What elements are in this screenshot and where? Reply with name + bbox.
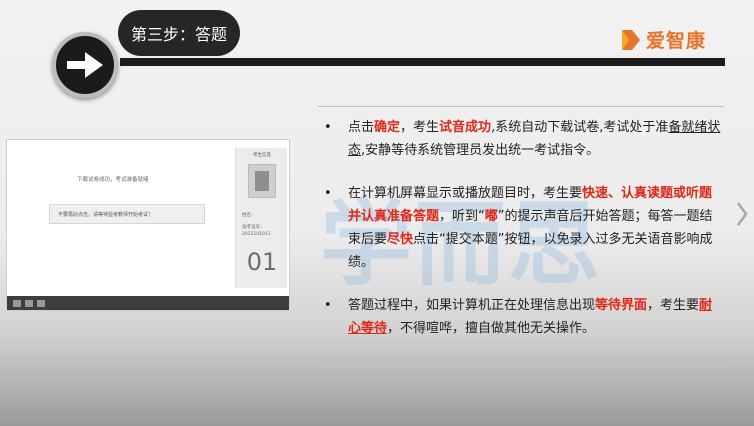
panel-top-rule xyxy=(318,106,724,107)
arrow-badge xyxy=(52,32,118,98)
candidate-panel-title: 考生信息 xyxy=(253,153,271,158)
logo-icon xyxy=(622,29,640,50)
highlighted-text: 确定 xyxy=(374,120,401,135)
highlighted-text: 嘟 xyxy=(484,209,498,224)
panel-bottom-rule xyxy=(318,367,724,368)
bullet-dot: • xyxy=(324,120,332,135)
brand-name: 爱智康 xyxy=(646,30,707,52)
instruction-text: ，考生 xyxy=(400,120,440,135)
instruction-item: • 在计算机屏幕显示或播放题目时，考生要快速、认真读题或听题并认真准备答题，听到“… xyxy=(318,182,724,274)
instruction-list: • 点击确定，考生试音成功,系统自动下载试卷,考试处于准备就绪状态,安静等待系统管… xyxy=(318,116,724,340)
thumbnail-status-text: 下载试卷成功，考试准备就绪 xyxy=(77,177,149,183)
instruction-text: 点击 xyxy=(348,120,375,135)
taskbar-item xyxy=(13,299,21,307)
instruction-text: ，不得喧哗，擅自做其他无关操作。 xyxy=(387,321,596,336)
candidate-photo xyxy=(248,164,276,198)
taskbar-item xyxy=(25,299,33,307)
instruction-text: ,安静等待系统管理员发出统一考试指令。 xyxy=(361,143,600,158)
instruction-text: ，考生要 xyxy=(647,298,700,313)
bullet-dot: • xyxy=(324,186,332,201)
thumbnail-candidate-panel: 考生信息 姓名： 准考证号： 2022101011 01 xyxy=(235,148,287,288)
candidate-name-label: 姓名： xyxy=(242,213,256,218)
taskbar-item xyxy=(37,299,45,307)
thumbnail-notice-text: 不要再此点击，请等待监考教师开始考试！ xyxy=(58,211,154,218)
instruction-text: 在计算机屏幕显示或播放题目时，考生要 xyxy=(348,186,583,201)
thumbnail-taskbar xyxy=(7,296,289,310)
highlighted-text: 试音成功 xyxy=(439,120,492,135)
candidate-id-value: 2022101011 xyxy=(242,232,271,237)
candidate-id-label: 准考证号： xyxy=(242,225,265,230)
bullet-dot: • xyxy=(324,298,332,313)
instruction-item: • 答题过程中，如果计算机正在处理信息出现等待界面，考生要耐心等待，不得喧哗，擅自… xyxy=(318,294,724,340)
seat-number: 01 xyxy=(246,248,278,276)
exam-screen-thumbnail: 下载试卷成功，考试准备就绪 不要再此点击，请等待监考教师开始考试！ 考生信息 姓… xyxy=(6,139,290,311)
arrow-right-icon xyxy=(67,52,103,78)
thumbnail-main-area: 下载试卷成功，考试准备就绪 不要再此点击，请等待监考教师开始考试！ xyxy=(7,140,233,296)
step-title: 第三步：答题 xyxy=(118,10,240,56)
chevron-right-icon xyxy=(736,202,748,226)
instruction-text: 答题过程中，如果计算机正在处理信息出现 xyxy=(348,298,596,313)
thumbnail-notice-box: 不要再此点击，请等待监考教师开始考试！ xyxy=(49,204,205,224)
header-divider xyxy=(120,58,725,66)
highlighted-text: 尽快 xyxy=(387,232,414,247)
brand-logo: 爱智康 xyxy=(620,26,706,53)
next-slide-button[interactable] xyxy=(733,196,751,232)
instruction-text: ,系统自动下载试卷,考试处于准 xyxy=(491,120,669,135)
candidate-photo-blur xyxy=(255,171,269,191)
instruction-panel: • 点击确定，考生试音成功,系统自动下载试卷,考试处于准备就绪状态,安静等待系统管… xyxy=(318,106,724,368)
highlighted-text: 等待界面 xyxy=(595,298,648,313)
instruction-item: • 点击确定，考生试音成功,系统自动下载试卷,考试处于准备就绪状态,安静等待系统管… xyxy=(318,116,724,162)
instruction-text: ，听到“ xyxy=(439,209,485,224)
